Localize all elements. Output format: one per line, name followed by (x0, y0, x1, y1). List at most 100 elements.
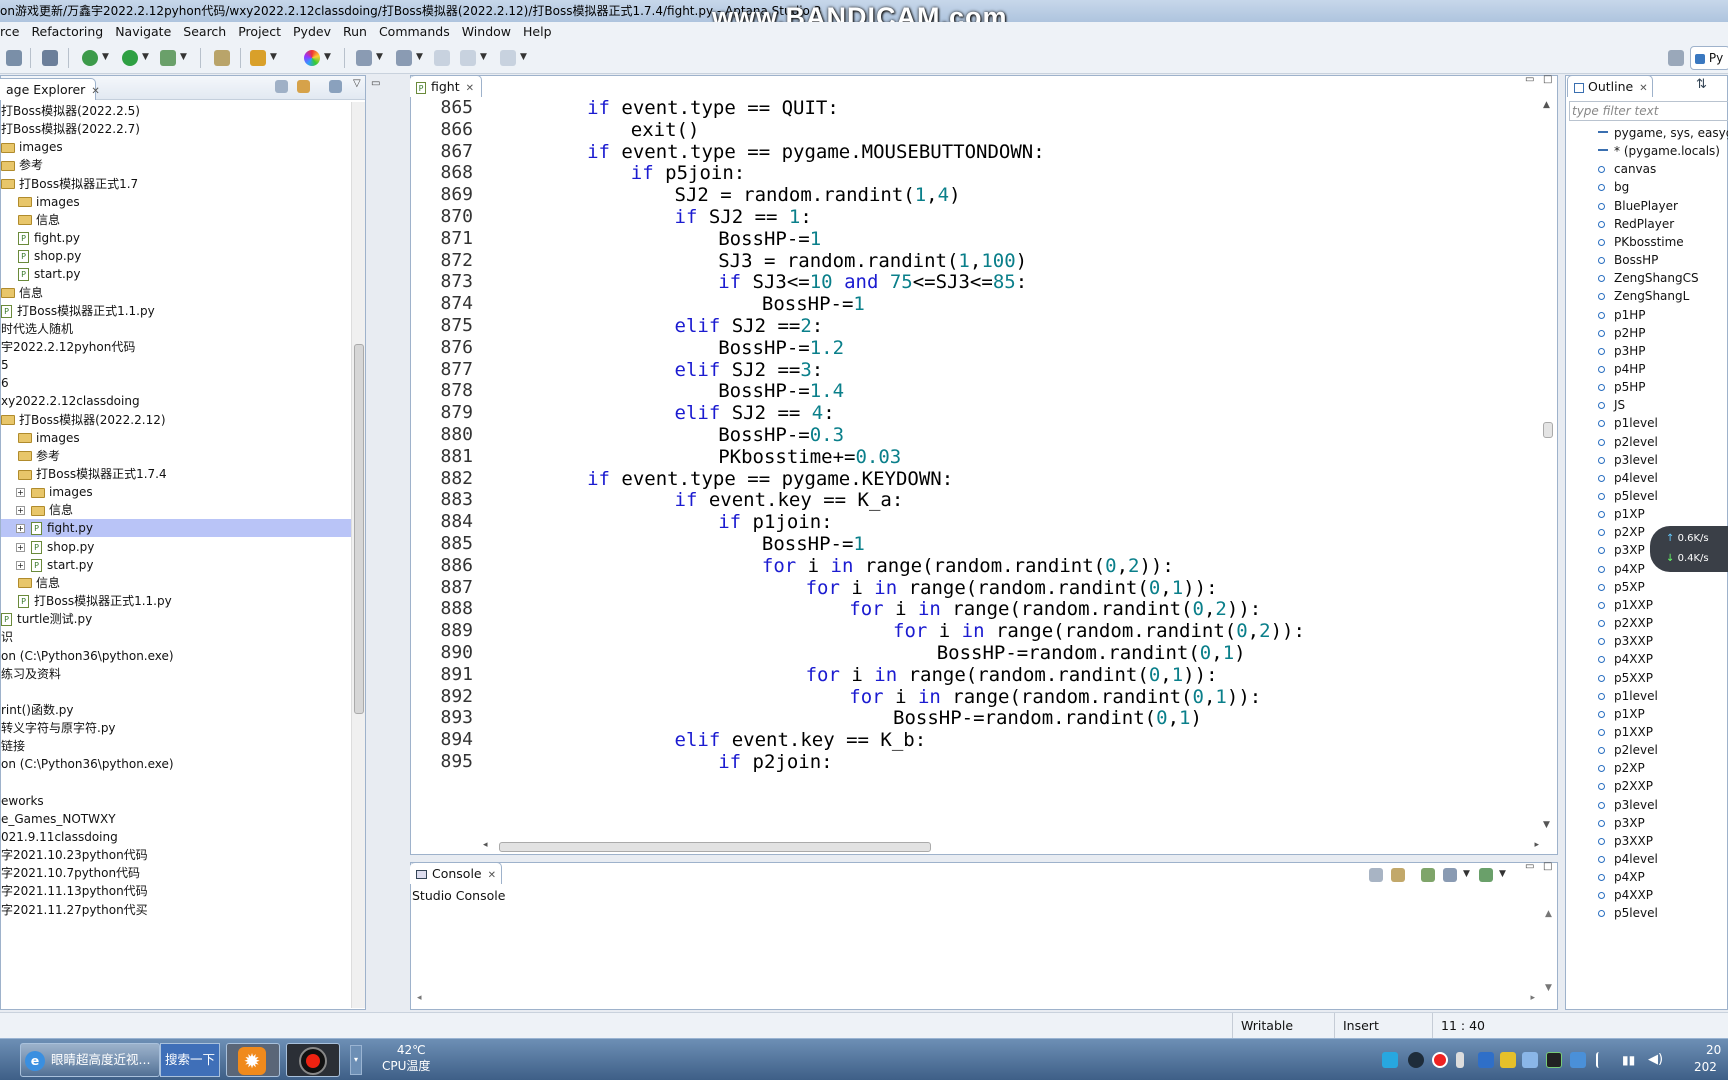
expand-icon[interactable]: + (16, 542, 25, 552)
tree-item[interactable]: + 信息 (16, 501, 73, 519)
nvidia-icon[interactable] (1546, 1052, 1562, 1068)
scroll-up-arrow-icon[interactable]: ▲ (1543, 100, 1550, 110)
run-icon[interactable] (122, 50, 138, 66)
outline-item[interactable]: p2level (1598, 741, 1658, 759)
pydev-perspective-button[interactable]: Py (1690, 46, 1728, 70)
menu-item[interactable]: Window (456, 22, 517, 42)
chevron-down-icon[interactable]: ▼ (142, 52, 149, 62)
outline-item[interactable]: p4HP (1598, 360, 1646, 378)
minimize-icon[interactable]: ▭ (1525, 861, 1538, 872)
tree-item[interactable]: Pstart.py (1, 265, 80, 283)
outline-filter-input[interactable]: type filter text (1569, 101, 1728, 121)
scroll-left-arrow-icon[interactable]: ◂ (483, 840, 488, 850)
chevron-down-icon[interactable]: ▼ (416, 52, 423, 62)
console-horizontal-scrollbar[interactable]: ◂ ▸ (411, 993, 1541, 1007)
outline-item[interactable]: p1XXP (1598, 596, 1653, 614)
wand-icon[interactable] (250, 50, 266, 66)
outline-item[interactable]: p4XXP (1598, 650, 1653, 668)
outline-item[interactable]: p5XXP (1598, 669, 1653, 687)
outline-item[interactable]: p2HP (1598, 324, 1646, 342)
tree-item[interactable]: 转义字符与原字符.py (1, 719, 116, 737)
tree-item[interactable]: 练习及资料 (1, 665, 61, 683)
outline-item[interactable]: p3HP (1598, 342, 1646, 360)
menu-item[interactable]: Project (232, 22, 287, 42)
tree-item[interactable]: 打Boss模拟器正式1.7.4 (1, 465, 167, 483)
scrollbar-thumb[interactable] (1543, 422, 1553, 438)
tree-item[interactable]: 宇2022.2.12pyhon代码 (1, 338, 135, 356)
code-text-area[interactable]: if event.type == QUIT: exit() if event.typ… (481, 100, 1541, 830)
expand-icon[interactable] (1, 252, 12, 261)
tree-item[interactable]: on (C:\Python36\python.exe) (1, 755, 174, 773)
menu-item[interactable]: Commands (373, 22, 456, 42)
external-tools-icon[interactable] (160, 50, 176, 66)
outline-item[interactable]: p5level (1598, 487, 1658, 505)
outline-item[interactable]: BossHP (1598, 251, 1658, 269)
chevron-down-icon[interactable]: ▼ (270, 52, 277, 62)
tree-item[interactable]: 时代选人随机 (1, 320, 73, 338)
expand-icon[interactable] (1, 452, 12, 461)
pin-console-icon[interactable] (1421, 868, 1435, 882)
maximize-icon[interactable]: □ (1543, 74, 1556, 85)
tree-item[interactable]: + Pstart.py (16, 556, 93, 574)
outline-item[interactable]: p3XP (1598, 814, 1645, 832)
scroll-left-arrow-icon[interactable]: ◂ (417, 993, 422, 1003)
console-scrollbar[interactable]: ▲ ▼ (1543, 909, 1557, 993)
view-menu-icon[interactable] (329, 80, 342, 93)
tree-item[interactable]: + images (16, 483, 93, 501)
network-signal-icon[interactable]: ▮▮ (1622, 1052, 1638, 1068)
volume-icon[interactable]: ◀) (1648, 1052, 1664, 1068)
expand-icon[interactable]: + (16, 488, 25, 498)
outline-item[interactable]: p4level (1598, 469, 1658, 487)
close-icon[interactable]: ✕ (91, 86, 99, 97)
maximize-icon[interactable]: □ (1543, 861, 1556, 872)
last-edit-icon[interactable] (434, 50, 450, 66)
tree-item[interactable]: images (1, 193, 80, 211)
outline-item[interactable]: p1level (1598, 414, 1658, 432)
chevron-down-icon[interactable]: ▼ (520, 52, 527, 62)
tree-item[interactable]: Pshop.py (1, 247, 81, 265)
chevron-down-icon[interactable]: ▽ (353, 78, 365, 89)
menu-item[interactable]: Navigate (109, 22, 177, 42)
print-icon[interactable] (6, 50, 22, 66)
explorer-scrollbar[interactable] (351, 102, 365, 1008)
outline-item[interactable]: ZengShangCS (1598, 269, 1699, 287)
input-method-icon[interactable] (1570, 1052, 1586, 1068)
debug-icon[interactable] (82, 50, 98, 66)
outline-item[interactable]: p5HP (1598, 378, 1646, 396)
tab-package-explorer[interactable]: age Explorer ✕ (0, 78, 100, 100)
menu-item[interactable]: rce (0, 22, 25, 42)
tree-item[interactable]: 打Boss模拟器(2022.2.5) (1, 102, 140, 120)
outline-item[interactable]: bg (1598, 178, 1629, 196)
link-with-editor-icon[interactable] (297, 80, 310, 93)
thermometer-icon[interactable] (1456, 1052, 1464, 1068)
tab-fight[interactable]: Pfight ✕ (410, 75, 482, 97)
tab-outline[interactable]: Outline ✕ (1567, 75, 1653, 97)
color-palette-icon[interactable] (304, 50, 320, 66)
outline-item[interactable]: p1XP (1598, 505, 1645, 523)
open-console-icon[interactable] (1479, 868, 1493, 882)
menu-item[interactable]: Run (337, 22, 373, 42)
menu-item[interactable]: Pydev (287, 22, 337, 42)
expand-icon[interactable] (1, 597, 12, 606)
tree-item[interactable]: 参考 (1, 156, 43, 174)
expand-icon[interactable]: + (16, 506, 25, 516)
taskbar-browser-button[interactable]: e 眼睛超高度近视... (20, 1043, 160, 1077)
chevron-down-icon[interactable]: ▼ (480, 52, 487, 62)
outline-item[interactable]: p2XXP (1598, 614, 1653, 632)
tree-item[interactable]: 字2021.10.23python代码 (1, 846, 148, 864)
tree-item[interactable]: 5 (1, 356, 9, 374)
tree-item[interactable]: 打Boss模拟器(2022.2.7) (1, 120, 140, 138)
close-icon[interactable]: ✕ (1639, 83, 1647, 94)
outline-item[interactable]: p3XP (1598, 541, 1645, 559)
tree-item[interactable]: 信息 (1, 284, 43, 302)
outline-item[interactable]: BluePlayer (1598, 197, 1678, 215)
tree-item[interactable]: 参考 (1, 447, 60, 465)
tray-app-icon[interactable] (1382, 1052, 1398, 1068)
taskbar-settings-app[interactable]: ✹ (226, 1043, 280, 1077)
outline-item[interactable]: p2XXP (1598, 777, 1653, 795)
tree-item[interactable]: Pturtle测试.py (1, 610, 92, 628)
expand-icon[interactable] (1, 270, 12, 279)
forward-arrow-icon[interactable] (500, 50, 516, 66)
back-arrow-icon[interactable] (460, 50, 476, 66)
minimize-icon[interactable]: ▭ (371, 78, 384, 89)
